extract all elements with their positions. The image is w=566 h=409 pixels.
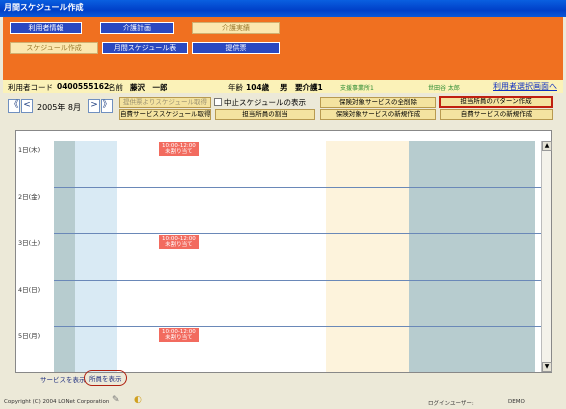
window-title: 月間スケジュール作成 (4, 3, 84, 12)
vertical-scrollbar[interactable]: ▲ ▼ (541, 141, 552, 372)
user-code-value: 0400555162 (57, 82, 110, 91)
schedule-slot[interactable]: 10:00-12:00 未割り当て (158, 142, 200, 156)
copyright-text: Copyright (C) 2004 LONet Corporation (4, 399, 110, 405)
schedule-slot[interactable]: 10:00-12:00 未割り当て (158, 235, 200, 249)
day-label: 3日(土) (18, 239, 41, 247)
login-user-label: ログインユーザー: (428, 401, 474, 407)
user-age-value: 104歳 (246, 83, 270, 92)
current-month-label: 2005年 8月 (37, 103, 81, 112)
login-user-value: DEMO (508, 399, 525, 405)
nav-provision-sheet-button[interactable]: 提供票 (192, 42, 280, 54)
row-divider (54, 279, 542, 281)
pen-icon: ✎ (112, 395, 120, 405)
new-insured-button[interactable]: 保険対象サービスの新規作成 (320, 109, 436, 120)
show-service-toggle[interactable]: サービスを表示 (40, 374, 86, 384)
nav-care-plan-button[interactable]: 介護計画 (100, 22, 174, 34)
nav-user-info-button[interactable]: 利用者情報 (10, 22, 82, 34)
row-divider (54, 186, 542, 188)
slot-status: 未割り当て (165, 242, 193, 248)
row-divider (54, 233, 542, 234)
user-gender: 男 (280, 83, 288, 92)
nav-care-record-button[interactable]: 介護実績 (192, 22, 280, 34)
day-label: 5日(月) (18, 332, 41, 340)
delete-insured-button[interactable]: 保険対象サービスの全削除 (320, 97, 436, 108)
day-label: 2日(金) (18, 192, 41, 201)
next-month-button[interactable]: > (88, 99, 100, 113)
globe-icon: ◐ (134, 395, 142, 405)
prev-year-button[interactable]: 《 (8, 99, 20, 113)
user-care-level: 要介護1 (295, 83, 323, 92)
row-divider (54, 326, 542, 327)
slot-status: 未割り当て (165, 335, 193, 341)
show-cancelled-label: 中止スケジュールの表示 (224, 98, 306, 107)
user-name-label: 名前 (108, 83, 123, 92)
schedule-grid: 1日(木) 10:00-12:00 未割り当て 2日(金) 3日(土) 10:00-12:… (15, 130, 552, 373)
scroll-up-icon[interactable]: ▲ (542, 141, 552, 151)
nav-schedule-create-button[interactable]: スケジュール作成 (10, 42, 98, 54)
user-code-label: 利用者コード (8, 83, 53, 92)
prev-month-button[interactable]: < (21, 99, 33, 113)
assign-staff-button[interactable]: 担当所員の割当 (215, 109, 315, 120)
schedule-slot[interactable]: 10:00-12:00 未割り当て (158, 328, 200, 342)
self-service-fetch-button[interactable]: 自費サービススケジュール取得 (119, 109, 211, 120)
next-year-button[interactable]: 》 (101, 99, 113, 113)
nav-monthly-schedule-button[interactable]: 月間スケジュール表 (102, 42, 188, 54)
staff-pattern-button[interactable]: 担当所員のパターン作成 (439, 96, 553, 108)
user-age-label: 年齢 (228, 83, 243, 92)
status-bar: Copyright (C) 2004 LONet Corporation ✎ ◐… (0, 395, 566, 409)
user-name-value: 藤沢 一郎 (130, 83, 168, 92)
user-area: 世田谷 太郎 (428, 85, 460, 92)
user-select-screen-link[interactable]: 利用者選択画面へ (493, 81, 557, 92)
new-self-service-button[interactable]: 自費サービスの新規作成 (440, 109, 553, 120)
scroll-down-icon[interactable]: ▼ (542, 362, 552, 372)
window-title-bar: 月間スケジュール作成 (0, 0, 566, 17)
slot-status: 未割り当て (165, 149, 193, 155)
row-divider (54, 373, 542, 374)
day-label: 4日(日) (18, 285, 41, 294)
show-cancelled-checkbox[interactable] (214, 98, 222, 106)
from-provision-button[interactable]: 提供票よりスケジュール取得 (119, 97, 211, 108)
show-staff-toggle[interactable]: 所員を表示 (84, 370, 127, 386)
user-office: 支援事業所1 (340, 85, 374, 92)
day-label: 1日(木) (18, 146, 41, 154)
